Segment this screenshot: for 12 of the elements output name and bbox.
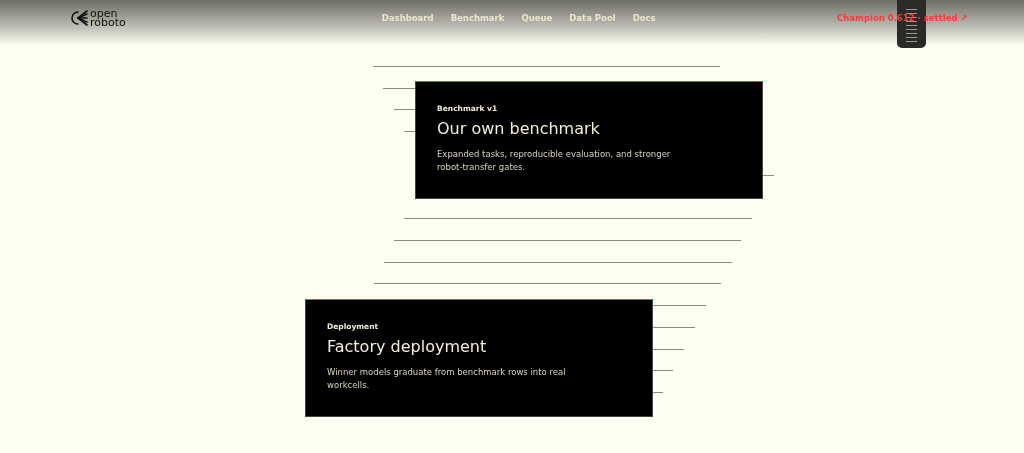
card-text: Winner models graduate from benchmark rows into real workcells. — [327, 366, 567, 392]
nav-link[interactable]: Dashboard — [381, 13, 434, 23]
card-text: Expanded tasks, reproducible evaluation, and stronger robot-transfer gates. — [437, 148, 672, 174]
sunburst-icon — [70, 10, 88, 26]
logo-text[interactable]: open — [90, 9, 126, 18]
nav-link[interactable]: Queue — [521, 13, 553, 23]
nav-link[interactable]: Docs — [632, 13, 656, 23]
logo-text[interactable]: roboto — [90, 18, 126, 27]
card-title: Factory deployment — [327, 337, 488, 356]
nav-link[interactable]: Benchmark — [450, 13, 505, 23]
card-title: Our own benchmark — [437, 119, 601, 138]
nav-link[interactable]: Data Pool — [569, 13, 616, 23]
